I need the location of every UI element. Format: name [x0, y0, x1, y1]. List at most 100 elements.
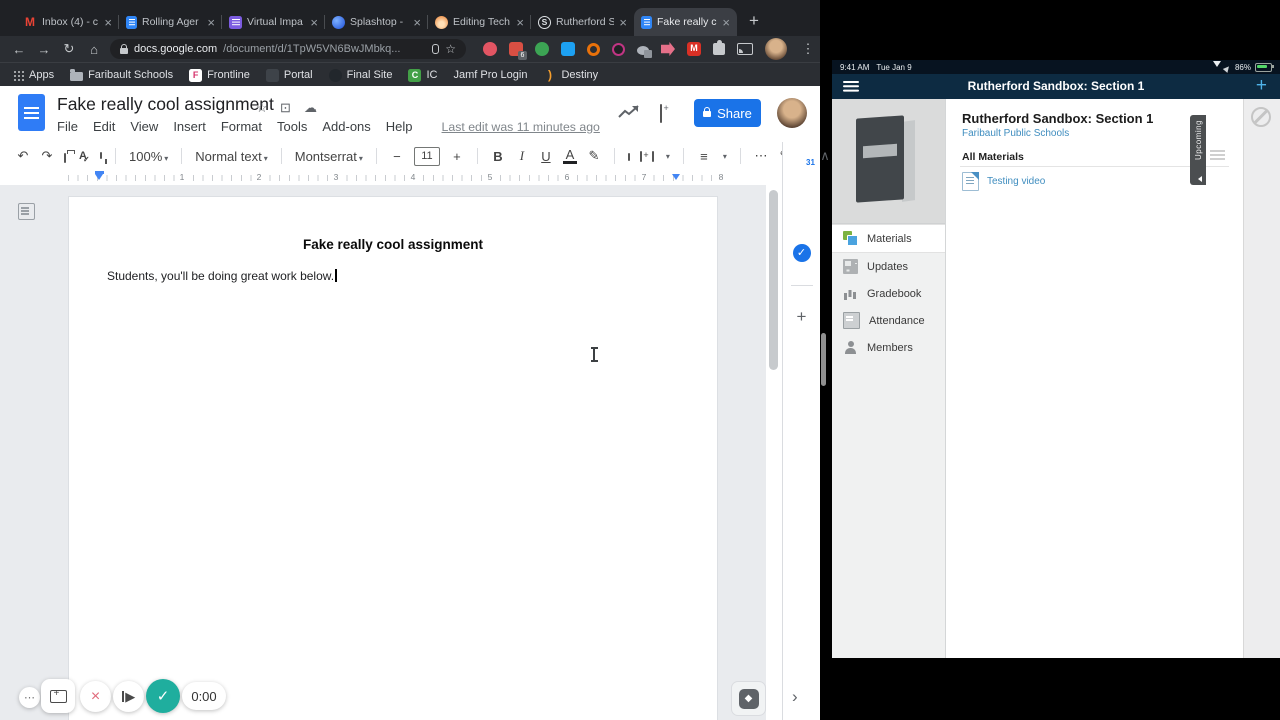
extension-share-arrow-icon[interactable] [661, 42, 675, 56]
address-bar[interactable]: docs.google.com /document/d/1TpW5VN6BwJM… [110, 39, 466, 59]
last-edit-link[interactable]: Last edit was 11 minutes ago [442, 120, 600, 134]
extension-recorder-icon[interactable]: 6 [509, 42, 527, 60]
comments-icon[interactable] [660, 104, 662, 123]
mic-icon[interactable] [432, 44, 440, 54]
extension-orange-ring-icon[interactable] [587, 42, 600, 56]
reload-button[interactable]: ↻ [60, 41, 78, 57]
tab-rutherford[interactable]: S Rutherford S × [530, 8, 634, 36]
sidebar-item-materials[interactable]: Materials [832, 224, 945, 253]
font-size-decrease-button[interactable]: − [390, 149, 404, 164]
docs-account-avatar[interactable] [777, 98, 807, 128]
close-icon[interactable]: × [104, 16, 112, 29]
bookmark-star-icon[interactable]: ☆ [445, 42, 456, 56]
extension-gmail-icon[interactable] [687, 42, 701, 56]
new-tab-button[interactable]: + [749, 11, 759, 31]
recorder-pause-button[interactable]: ▶ [113, 681, 144, 712]
paint-format-icon[interactable] [100, 151, 107, 164]
undo-button[interactable]: ↶ [16, 148, 30, 164]
panel-expand-chevron[interactable]: › [792, 687, 798, 707]
bookmark-final-site[interactable]: Final Site [328, 68, 392, 82]
highlight-button[interactable]: ✎ [587, 148, 601, 164]
insert-link-icon[interactable] [627, 153, 630, 161]
align-button[interactable]: ≡ [697, 149, 711, 164]
document-page[interactable]: Fake really cool assignment Students, yo… [68, 196, 718, 720]
underline-button[interactable]: U [539, 149, 553, 164]
bookmark-faribault-schools[interactable]: Faribault Schools [70, 69, 173, 81]
tab-fake-really-active[interactable]: Fake really c × [634, 8, 737, 36]
move-folder-icon[interactable]: ⊡ [280, 100, 291, 116]
bookmark-jamf[interactable]: Jamf Pro Login [453, 69, 527, 81]
close-icon[interactable]: × [619, 16, 627, 29]
close-icon[interactable]: × [516, 16, 524, 29]
chevron-down-icon[interactable]: ▾ [666, 152, 670, 161]
bold-button[interactable]: B [491, 149, 505, 164]
tab-virtual[interactable]: Virtual Impa × [221, 8, 325, 36]
sidebar-item-gradebook[interactable]: Gradebook [832, 280, 945, 307]
menu-addons[interactable]: Add-ons [322, 119, 370, 134]
share-button[interactable]: Share [694, 99, 761, 127]
paragraph-style-select[interactable]: Normal text ▾ [195, 149, 267, 164]
menu-tools[interactable]: Tools [277, 119, 307, 134]
close-icon[interactable]: × [413, 16, 421, 29]
explore-button[interactable]: ◆ [731, 681, 766, 716]
extension-twitter-icon[interactable] [561, 42, 575, 56]
docs-scrollbar[interactable] [766, 185, 782, 720]
tab-editing[interactable]: Editing Tech × [427, 8, 531, 36]
recorder-finish-button[interactable]: ✓ [146, 679, 180, 713]
zoom-select[interactable]: 100% ▾ [129, 149, 168, 164]
bookmark-portal[interactable]: Portal [265, 68, 313, 82]
close-icon[interactable]: × [310, 16, 318, 29]
tab-splashtop[interactable]: Splashtop - × [324, 8, 428, 36]
bookmark-destiny[interactable]: ) Destiny [543, 68, 598, 82]
menu-view[interactable]: View [130, 119, 158, 134]
spellcheck-icon[interactable]: A ✓ [76, 150, 90, 164]
activity-dashboard-icon[interactable] [618, 104, 640, 120]
extension-burst-icon[interactable] [483, 42, 497, 56]
right-indent-marker[interactable] [672, 174, 680, 184]
reorder-icon[interactable] [1210, 150, 1225, 152]
back-button[interactable]: ← [10, 42, 28, 57]
profile-avatar[interactable] [765, 38, 787, 60]
close-icon[interactable]: × [207, 16, 215, 29]
menu-format[interactable]: Format [221, 119, 262, 134]
collapse-toolbar-button[interactable]: ∧ [818, 148, 832, 164]
add-comment-icon[interactable] [639, 150, 649, 162]
recorder-cancel-button[interactable]: × [80, 681, 111, 712]
first-line-indent-marker[interactable] [95, 174, 103, 184]
document-outline-icon[interactable] [18, 203, 35, 220]
upcoming-drawer-tab[interactable]: Upcoming [1190, 115, 1206, 185]
extensions-puzzle-icon[interactable] [713, 40, 725, 55]
sidebar-item-updates[interactable]: Updates [832, 253, 945, 280]
menu-file[interactable]: File [57, 119, 78, 134]
text-color-button[interactable]: A [562, 148, 577, 164]
school-link[interactable]: Faribault Public Schools [962, 128, 1069, 139]
doc-title[interactable]: Fake really cool assignment [57, 94, 274, 115]
redo-button[interactable]: ↷ [40, 148, 54, 164]
chevron-down-icon[interactable]: ▾ [723, 152, 727, 161]
font-select[interactable]: Montserrat ▾ [295, 149, 363, 164]
italic-button[interactable]: I [515, 148, 529, 164]
ruler[interactable]: 1 2 3 4 5 6 7 8 [0, 170, 766, 186]
scrollbar-thumb[interactable] [769, 190, 778, 370]
add-addon-button[interactable]: + [797, 307, 807, 327]
cast-icon[interactable] [737, 43, 753, 55]
font-size-input[interactable]: 11 [413, 146, 440, 166]
menu-help[interactable]: Help [386, 119, 413, 134]
window-edge-scrollbar[interactable] [821, 333, 826, 386]
more-options-button[interactable]: ⋯ [754, 148, 768, 164]
menu-edit[interactable]: Edit [93, 119, 115, 134]
menu-insert[interactable]: Insert [173, 119, 206, 134]
forward-button[interactable]: → [35, 42, 53, 57]
docs-logo-icon[interactable] [18, 94, 45, 131]
tab-rolling[interactable]: Rolling Ager × [118, 8, 222, 36]
bookmark-apps[interactable]: Apps [14, 69, 54, 81]
star-doc-icon[interactable]: ☆ [256, 100, 268, 116]
bookmark-ic[interactable]: C IC [408, 68, 437, 82]
extension-cloud-icon[interactable] [637, 46, 652, 58]
sidebar-item-attendance[interactable]: Attendance [832, 307, 945, 334]
extension-evernote-icon[interactable] [535, 42, 549, 56]
home-button[interactable]: ⌂ [85, 42, 103, 57]
tasks-icon[interactable]: ✓ [792, 244, 811, 262]
add-button[interactable]: + [1256, 74, 1267, 99]
browser-menu-icon[interactable]: ⋮ [799, 41, 817, 57]
